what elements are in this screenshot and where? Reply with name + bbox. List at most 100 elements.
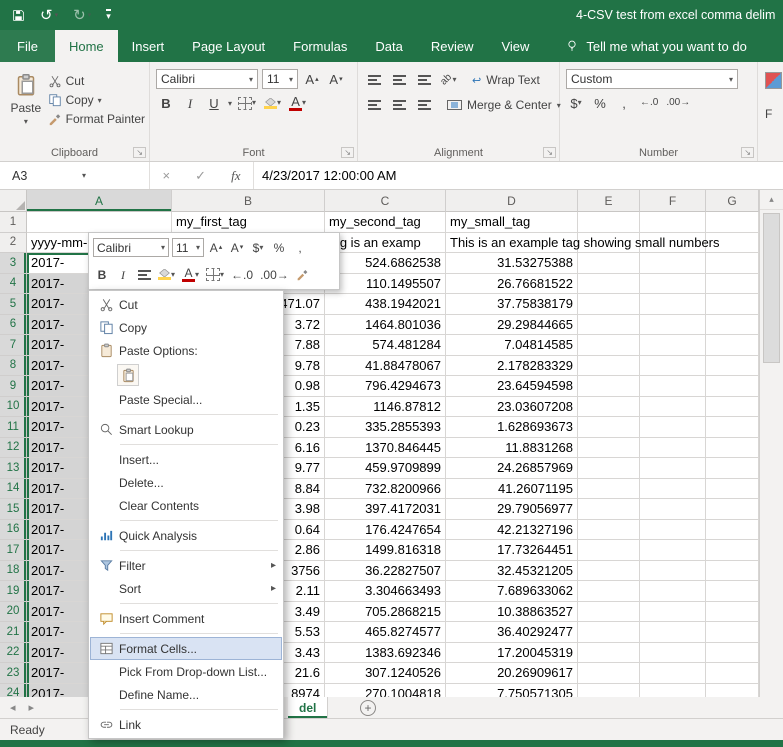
cell-E9[interactable] bbox=[578, 376, 640, 397]
align-bottom-button[interactable] bbox=[414, 70, 434, 90]
cell-C11[interactable]: 335.2855393 bbox=[325, 417, 446, 438]
cell-C3[interactable]: 524.6862538 bbox=[325, 253, 446, 274]
percent-style-button[interactable]: % bbox=[590, 93, 610, 113]
row-header-22[interactable]: 22 bbox=[0, 642, 27, 663]
cell-F8[interactable] bbox=[640, 355, 706, 376]
cell-F23[interactable] bbox=[640, 663, 706, 684]
cell-E24[interactable] bbox=[578, 683, 640, 697]
redo-button[interactable]: ↻ ▾ bbox=[73, 8, 91, 23]
menu-item-insert-comment[interactable]: Insert Comment bbox=[90, 607, 282, 630]
cell-G3[interactable] bbox=[706, 253, 759, 274]
tab-page-layout[interactable]: Page Layout bbox=[178, 30, 279, 62]
column-header-A[interactable]: A bbox=[27, 190, 172, 212]
cell-C18[interactable]: 36.22827507 bbox=[325, 560, 446, 581]
cell-G19[interactable] bbox=[706, 581, 759, 602]
cell-G17[interactable] bbox=[706, 540, 759, 561]
cell-E11[interactable] bbox=[578, 417, 640, 438]
row-header-2[interactable]: 2 bbox=[0, 232, 27, 253]
cell-C5[interactable]: 438.1942021 bbox=[325, 294, 446, 315]
cell-D14[interactable]: 41.26071195 bbox=[446, 478, 578, 499]
mini-comma-button[interactable]: , bbox=[291, 238, 309, 257]
cell-D19[interactable]: 7.689633062 bbox=[446, 581, 578, 602]
cell-B1[interactable]: my_first_tag bbox=[172, 212, 325, 233]
font-size-select[interactable]: 11 ▾ bbox=[262, 69, 298, 89]
cell-C20[interactable]: 705.2868215 bbox=[325, 601, 446, 622]
undo-button[interactable]: ↺ ▾ bbox=[40, 8, 58, 23]
vertical-scrollbar[interactable]: ▴ bbox=[759, 190, 783, 697]
tab-insert[interactable]: Insert bbox=[118, 30, 179, 62]
cell-C8[interactable]: 41.88478067 bbox=[325, 355, 446, 376]
cell-G8[interactable] bbox=[706, 355, 759, 376]
mini-percent-button[interactable]: % bbox=[270, 238, 288, 257]
formula-input[interactable]: 4/23/2017 12:00:00 AM bbox=[254, 162, 783, 189]
underline-button[interactable]: U bbox=[204, 93, 224, 113]
name-box-dropdown-icon[interactable]: ▾ bbox=[82, 171, 86, 180]
column-header-E[interactable]: E bbox=[578, 190, 640, 212]
cell-F14[interactable] bbox=[640, 478, 706, 499]
menu-item-smart-lookup[interactable]: Smart Lookup bbox=[90, 418, 282, 441]
row-header-11[interactable]: 11 bbox=[0, 417, 27, 438]
mini-italic-button[interactable]: I bbox=[114, 265, 132, 284]
cell-F18[interactable] bbox=[640, 560, 706, 581]
tab-home[interactable]: Home bbox=[54, 30, 118, 62]
menu-item-paste-option[interactable] bbox=[90, 362, 282, 388]
increase-decimal-button[interactable]: ←.0 bbox=[638, 93, 660, 113]
cell-F12[interactable] bbox=[640, 437, 706, 458]
cell-D3[interactable]: 31.53275388 bbox=[446, 253, 578, 274]
menu-item-cut[interactable]: Cut bbox=[90, 293, 282, 316]
menu-item-paste-options[interactable]: Paste Options: bbox=[90, 339, 282, 362]
row-header-12[interactable]: 12 bbox=[0, 437, 27, 458]
cell-F9[interactable] bbox=[640, 376, 706, 397]
cell-A1[interactable] bbox=[27, 212, 172, 233]
row-header-20[interactable]: 20 bbox=[0, 601, 27, 622]
cell-D16[interactable]: 42.21327196 bbox=[446, 519, 578, 540]
save-button[interactable] bbox=[12, 9, 25, 22]
cell-E14[interactable] bbox=[578, 478, 640, 499]
cell-D24[interactable]: 7.750571305 bbox=[446, 683, 578, 697]
orientation-button[interactable]: ab ▾ bbox=[439, 70, 459, 90]
cell-D2[interactable]: This is an example tag showing small num… bbox=[446, 232, 720, 253]
sheet-tab[interactable]: del bbox=[288, 697, 329, 718]
cell-G9[interactable] bbox=[706, 376, 759, 397]
cell-F5[interactable] bbox=[640, 294, 706, 315]
menu-item-filter[interactable]: Filter ▸ bbox=[90, 554, 282, 577]
cell-F21[interactable] bbox=[640, 622, 706, 643]
cell-D4[interactable]: 26.76681522 bbox=[446, 273, 578, 294]
mini-borders-button[interactable]: ▾ bbox=[204, 265, 226, 284]
scrollbar-thumb[interactable] bbox=[763, 213, 780, 363]
cell-G7[interactable] bbox=[706, 335, 759, 356]
row-header-24[interactable]: 24 bbox=[0, 683, 27, 697]
cell-D15[interactable]: 29.79056977 bbox=[446, 499, 578, 520]
menu-item-link[interactable]: Link bbox=[90, 713, 282, 736]
cell-D5[interactable]: 37.75838179 bbox=[446, 294, 578, 315]
mini-font-size-select[interactable]: 11 ▾ bbox=[172, 238, 204, 257]
cell-D11[interactable]: 1.628693673 bbox=[446, 417, 578, 438]
cell-F19[interactable] bbox=[640, 581, 706, 602]
row-header-17[interactable]: 17 bbox=[0, 540, 27, 561]
column-header-B[interactable]: B bbox=[172, 190, 325, 212]
shrink-font-button[interactable]: A ▾ bbox=[326, 69, 346, 89]
cell-G11[interactable] bbox=[706, 417, 759, 438]
menu-item-paste-special[interactable]: Paste Special... bbox=[90, 388, 282, 411]
cell-D21[interactable]: 36.40292477 bbox=[446, 622, 578, 643]
mini-align-center-button[interactable] bbox=[135, 265, 153, 284]
wrap-text-button[interactable]: ↩ Wrap Text bbox=[472, 73, 540, 87]
cell-C19[interactable]: 3.304663493 bbox=[325, 581, 446, 602]
cell-G1[interactable] bbox=[706, 212, 759, 233]
row-header-7[interactable]: 7 bbox=[0, 335, 27, 356]
grow-font-button[interactable]: A ▴ bbox=[302, 69, 322, 89]
mini-format-painter-button[interactable] bbox=[294, 265, 312, 284]
scroll-up-arrow-icon[interactable]: ▴ bbox=[760, 190, 783, 210]
row-header-3[interactable]: 3 bbox=[0, 253, 27, 274]
number-dialog-launcher[interactable]: ↘ bbox=[741, 147, 754, 158]
row-header-18[interactable]: 18 bbox=[0, 560, 27, 581]
cell-F6[interactable] bbox=[640, 314, 706, 335]
cell-G18[interactable] bbox=[706, 560, 759, 581]
sheet-nav-next-icon[interactable]: ▸ bbox=[29, 701, 35, 714]
menu-item-format-cells[interactable]: Format Cells... bbox=[90, 637, 282, 660]
cell-E10[interactable] bbox=[578, 396, 640, 417]
tab-formulas[interactable]: Formulas bbox=[279, 30, 361, 62]
cell-G23[interactable] bbox=[706, 663, 759, 684]
align-center-button[interactable] bbox=[389, 95, 409, 115]
mini-bold-button[interactable]: B bbox=[93, 265, 111, 284]
